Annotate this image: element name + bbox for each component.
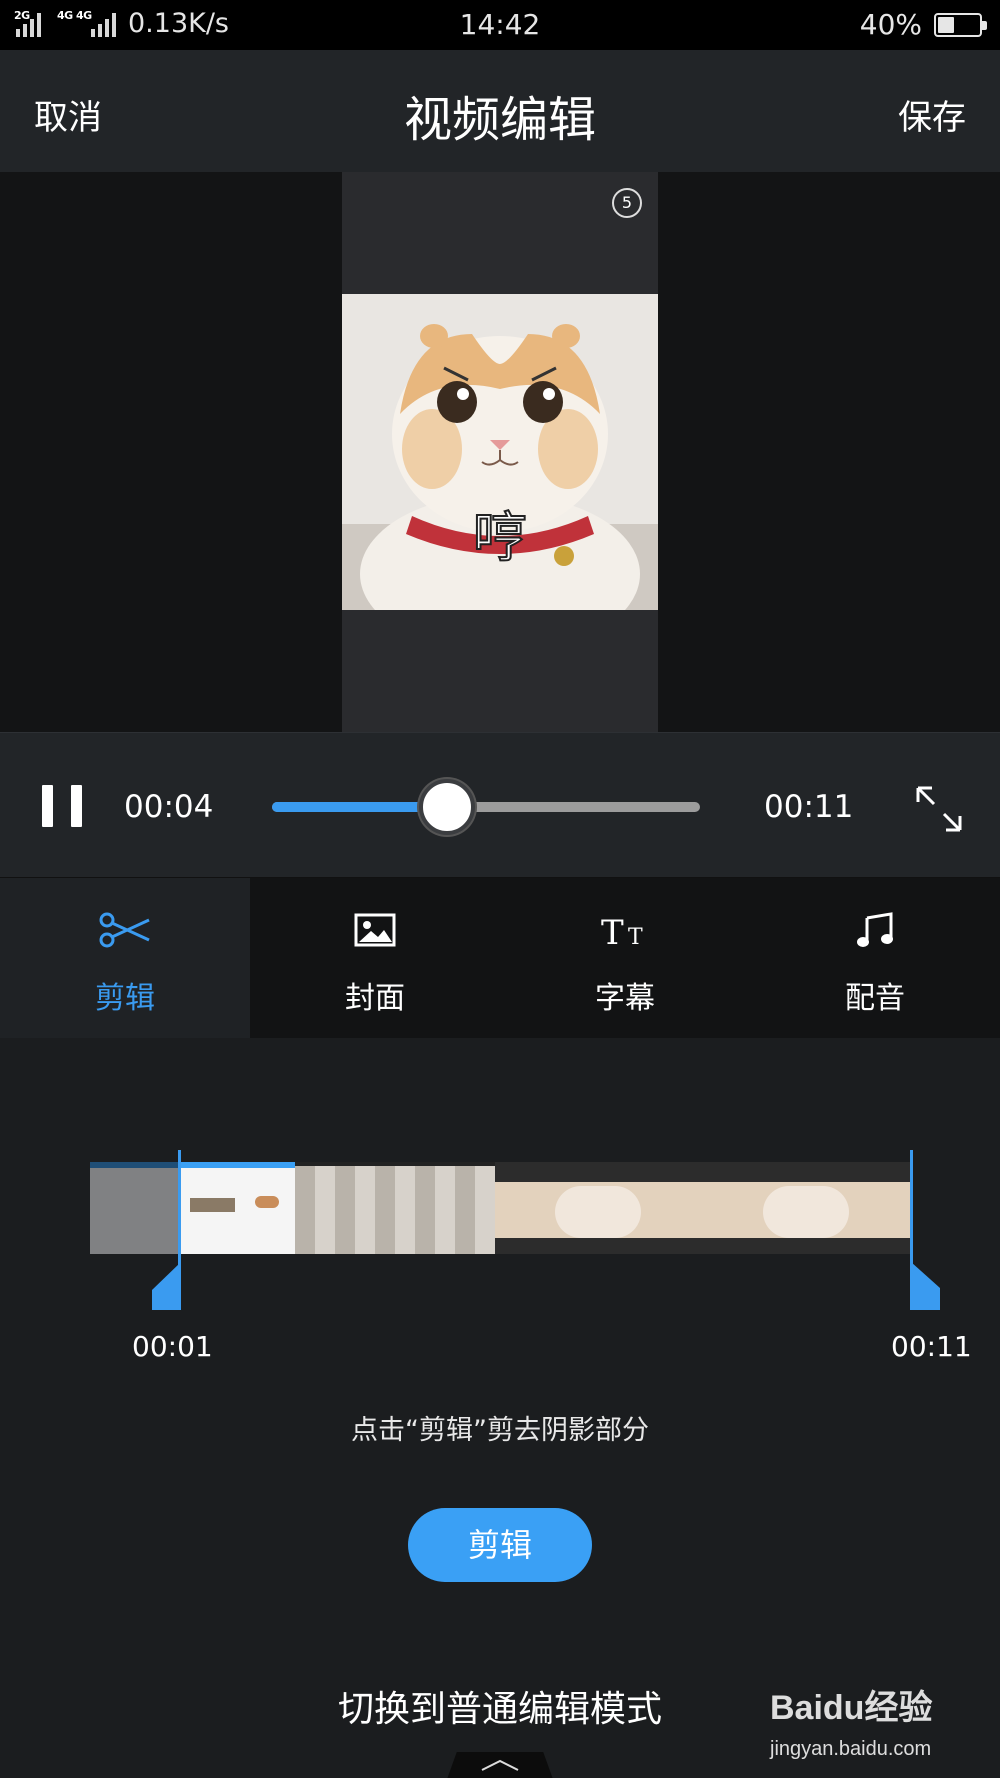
status-bar: 2G 4G 4G 0.13K/s 14:42 40% [0, 0, 1000, 50]
scissors-icon [99, 912, 150, 948]
trim-hint: 点击“剪辑”剪去阴影部分 [351, 1415, 649, 1446]
trim-start-handle[interactable] [152, 1150, 182, 1310]
pause-button[interactable] [42, 785, 82, 827]
tab-label: 字幕 [595, 981, 655, 1016]
timeline-frame [495, 1162, 701, 1254]
tab-dubbing[interactable]: 配音 [750, 878, 1000, 1038]
timeline-strip[interactable] [90, 1162, 912, 1254]
svg-text:T: T [628, 925, 643, 948]
tab-subtitle[interactable]: T T 字幕 [500, 878, 750, 1038]
timeline-frame [295, 1162, 495, 1254]
watermark-url: jingyan.baidu.com [770, 1738, 932, 1760]
progress-thumb[interactable] [419, 779, 476, 835]
image-icon [354, 913, 396, 947]
save-button[interactable]: 保存 [898, 90, 966, 139]
timeline-frame [180, 1162, 295, 1254]
battery-icon [934, 12, 987, 37]
playback-bar: 00:04 00:11 [0, 732, 1000, 878]
video-frame: 5 哼 [342, 172, 658, 732]
page-counter-badge: 5 [612, 188, 642, 218]
tab-trim[interactable]: 剪辑 [0, 878, 250, 1038]
baidu-jingyan-watermark: Baidu经验 jingyan.baidu.com [770, 1680, 970, 1770]
trim-end-time: 00:11 [891, 1330, 972, 1363]
tab-label: 封面 [345, 981, 405, 1016]
total-time: 00:11 [764, 789, 854, 825]
tab-label: 配音 [845, 981, 905, 1016]
svg-text:T: T [601, 913, 624, 948]
app-header: 取消 视频编辑 保存 [0, 50, 1000, 172]
caption-text: 哼 [473, 506, 527, 569]
trim-start-time: 00:01 [132, 1330, 213, 1363]
watermark-logo: Baidu经验 [770, 1689, 933, 1727]
text-size-icon: T T [601, 913, 643, 948]
tab-label: 剪辑 [95, 981, 155, 1016]
status-right: 40% [859, 8, 987, 41]
clock: 14:42 [459, 8, 541, 41]
cat-meme-image: 哼 [342, 294, 658, 610]
battery-percent: 40% [859, 8, 922, 41]
trim-end-handle[interactable] [910, 1150, 940, 1310]
cut-button[interactable]: 剪辑 [408, 1508, 592, 1582]
pull-up-handle[interactable] [446, 1752, 554, 1778]
music-note-icon [857, 912, 893, 947]
progress-track[interactable] [272, 802, 700, 812]
current-time: 00:04 [124, 789, 214, 825]
fullscreen-icon[interactable] [914, 784, 964, 834]
timeline-frame [701, 1162, 912, 1254]
page-title: 视频编辑 [403, 92, 596, 148]
chevron-up-icon [481, 1759, 519, 1771]
edit-tabs: 剪辑 封面 T T 字幕 配音 [0, 878, 1000, 1038]
tab-cover[interactable]: 封面 [250, 878, 500, 1038]
video-preview[interactable]: 5 哼 [0, 172, 1000, 732]
